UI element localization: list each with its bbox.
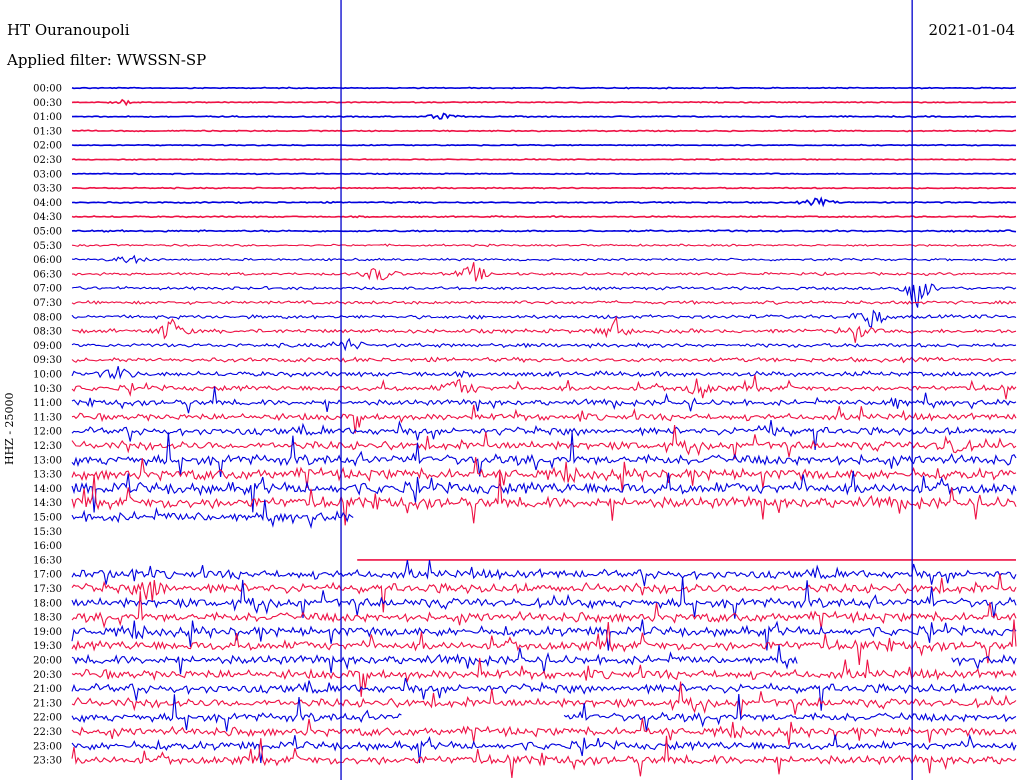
time-tick-label: 14:30	[33, 498, 62, 509]
time-tick-label: 05:00	[33, 227, 62, 238]
time-tick-label: 12:00	[33, 427, 62, 438]
time-tick-label: 09:00	[33, 341, 62, 352]
trace-line	[71, 560, 1017, 587]
time-tick-label: 11:30	[33, 412, 62, 423]
time-tick-label: 21:30	[33, 698, 62, 709]
time-tick-label: 01:00	[33, 112, 62, 123]
trace-line	[71, 619, 1017, 651]
time-tick-label: 23:00	[33, 741, 62, 752]
trace-line	[71, 694, 1017, 732]
trace-line	[71, 366, 1017, 380]
trace-line	[71, 386, 1017, 414]
trace-layer	[71, 86, 1017, 778]
trace-line	[71, 356, 1017, 364]
trace-line	[71, 283, 1017, 308]
time-tick-label: 02:30	[33, 155, 62, 166]
time-tick-label: 10:30	[33, 384, 62, 395]
trace-line	[72, 112, 1017, 120]
trace-line	[71, 573, 1017, 613]
time-tick-label: 13:00	[33, 455, 62, 466]
time-tick-label: 08:00	[33, 312, 62, 323]
trace-line	[72, 262, 1017, 282]
time-tick-layer: 00:00 00:30 01:00 01:30 02:00 02:30 03:00 03:30…	[33, 84, 62, 767]
trace-line	[71, 158, 1017, 161]
trace-line	[71, 243, 1017, 248]
time-tick-label: 18:30	[33, 613, 62, 624]
time-tick-label: 09:30	[33, 355, 62, 366]
time-tick-label: 07:00	[33, 284, 62, 295]
trace-line	[71, 619, 1017, 665]
time-tick-label: 07:30	[33, 298, 62, 309]
time-tick-label: 15:00	[33, 513, 62, 524]
time-tick-label: 19:30	[33, 641, 62, 652]
trace-line	[71, 735, 1017, 778]
time-tick-label: 22:00	[33, 713, 62, 724]
time-tick-label: 20:30	[33, 670, 62, 681]
time-tick-label: 17:30	[33, 584, 62, 595]
trace-line	[71, 186, 1017, 190]
time-tick-label: 13:30	[33, 470, 62, 481]
time-tick-label: 03:00	[33, 169, 62, 180]
trace-line	[71, 315, 1017, 343]
time-tick-label: 00:00	[33, 84, 62, 95]
trace-line	[71, 677, 1017, 711]
time-tick-label: 20:00	[33, 656, 62, 667]
trace-line	[71, 718, 1017, 746]
time-tick-label: 23:30	[33, 756, 62, 767]
trace-line	[71, 432, 1017, 477]
time-tick-label: 21:00	[33, 684, 62, 695]
trace-line	[71, 254, 1017, 265]
trace-line	[71, 299, 1017, 306]
time-tick-label: 10:00	[33, 370, 62, 381]
trace-line	[71, 143, 1017, 147]
time-tick-label: 04:30	[33, 212, 62, 223]
time-tick-label: 04:00	[33, 198, 62, 209]
time-tick-label: 03:30	[33, 184, 62, 195]
time-tick-label: 22:30	[33, 727, 62, 738]
time-tick-label: 19:00	[33, 627, 62, 638]
time-tick-label: 12:30	[33, 441, 62, 452]
time-tick-label: 15:30	[33, 527, 62, 538]
seismogram-plot: 00:00 00:30 01:00 01:30 02:00 02:30 03:00 03:30…	[33, 0, 1017, 780]
time-tick-label: 00:30	[33, 98, 62, 109]
trace-line	[71, 577, 1017, 619]
time-tick-label: 11:00	[33, 398, 62, 409]
trace-line	[71, 337, 1017, 352]
time-tick-label: 17:00	[33, 570, 62, 581]
time-tick-label: 05:30	[33, 241, 62, 252]
trace-line	[71, 129, 1017, 133]
time-tick-label: 06:30	[33, 269, 62, 280]
trace-line	[71, 309, 1017, 329]
time-tick-label: 06:00	[33, 255, 62, 266]
time-tick-label: 16:00	[33, 541, 62, 552]
trace-line	[71, 98, 1017, 107]
trace-line	[72, 172, 1017, 176]
time-tick-label: 02:00	[33, 141, 62, 152]
trace-line	[71, 215, 1017, 219]
trace-line	[71, 229, 1017, 233]
time-tick-label: 01:30	[33, 126, 62, 137]
time-tick-label: 08:30	[33, 327, 62, 338]
trace-line	[71, 86, 1017, 90]
time-tick-label: 14:00	[33, 484, 62, 495]
trace-line	[71, 196, 1017, 208]
time-tick-label: 16:30	[33, 555, 62, 566]
time-tick-label: 18:00	[33, 598, 62, 609]
